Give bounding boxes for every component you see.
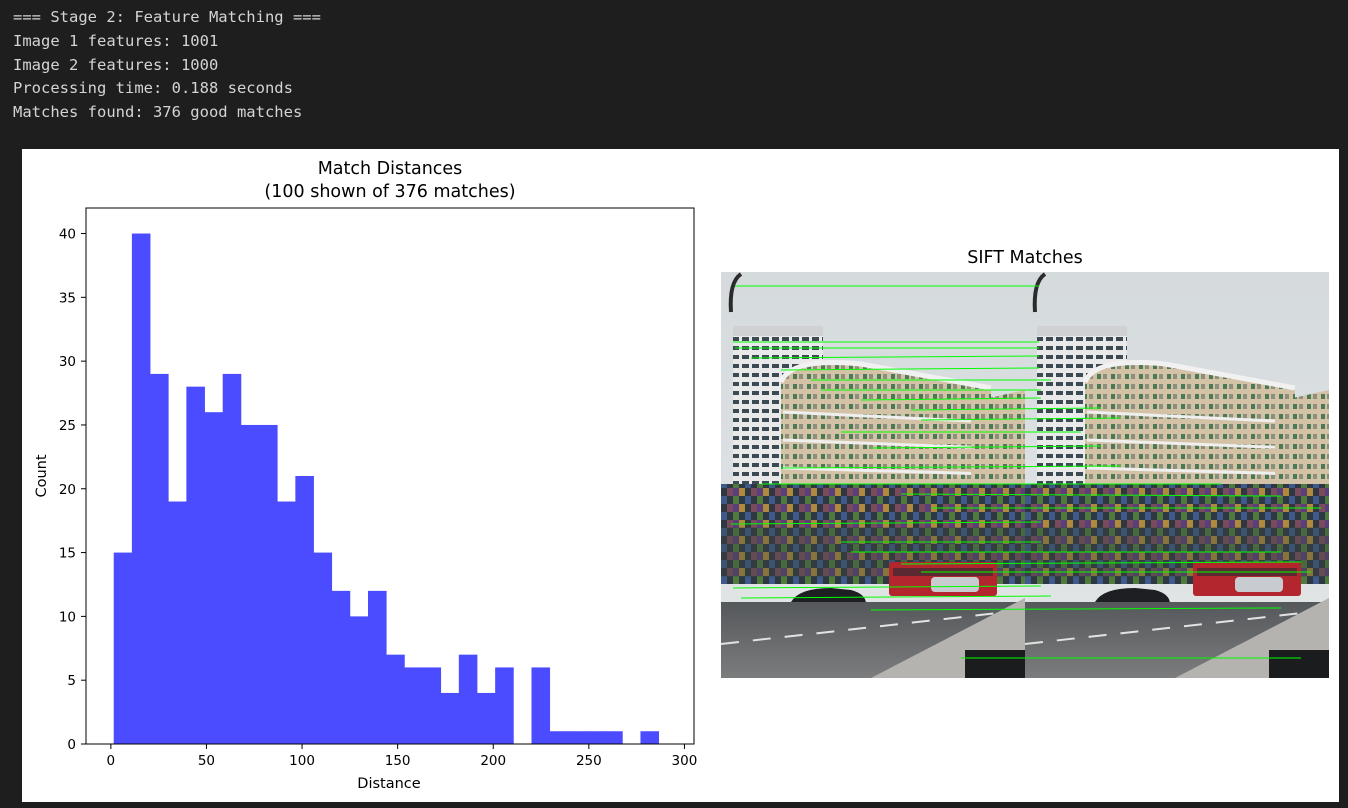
y-tick-label: 25 xyxy=(59,418,76,434)
histogram-bar xyxy=(549,731,569,744)
y-tick-label: 30 xyxy=(59,354,76,370)
histogram-bar xyxy=(277,501,296,744)
histogram-bar xyxy=(259,424,278,744)
right-photo xyxy=(1025,272,1329,678)
x-tick-label: 300 xyxy=(672,753,698,769)
histogram-bar xyxy=(240,424,260,744)
y-axis-ticks: 0 5 10 15 20 25 30 35 40 xyxy=(59,227,86,753)
y-tick-label: 10 xyxy=(59,609,76,625)
histogram-bar xyxy=(113,552,133,744)
histogram-bar xyxy=(422,667,442,744)
histogram-bar xyxy=(458,654,478,744)
histogram-bar xyxy=(368,590,387,744)
output-figure: Match Distances (100 shown of 376 matche… xyxy=(22,149,1339,802)
x-tick-label: 50 xyxy=(198,753,215,769)
console-line: Matches found: 376 good matches xyxy=(13,103,303,122)
histogram-bars xyxy=(113,233,660,744)
x-axis-ticks: 0 50 100 150 200 250 300 xyxy=(107,744,698,769)
y-axis-label: Count xyxy=(34,454,50,497)
x-tick-label: 200 xyxy=(480,753,506,769)
histogram-bar xyxy=(604,731,623,744)
histogram-bar xyxy=(567,731,587,744)
x-tick-label: 150 xyxy=(385,753,411,769)
sift-matches-panel: SIFT Matches xyxy=(721,248,1329,678)
y-tick-label: 0 xyxy=(67,737,76,753)
left-photo xyxy=(721,272,1025,678)
x-axis-label: Distance xyxy=(357,776,420,792)
console-line: Processing time: 0.188 seconds xyxy=(13,79,293,98)
histogram-bar xyxy=(204,412,224,744)
sift-match-image xyxy=(721,272,1329,678)
histogram-bar xyxy=(295,476,314,744)
histogram-bar xyxy=(440,692,460,744)
histogram-bar xyxy=(222,373,242,744)
histogram-subtitle: (100 shown of 376 matches) xyxy=(264,182,515,202)
histogram-title: Match Distances xyxy=(318,159,463,179)
sift-matches-title: SIFT Matches xyxy=(967,248,1083,268)
histogram-bar xyxy=(640,731,660,744)
console-output: === Stage 2: Feature Matching === Image 1… xyxy=(13,6,321,125)
histogram-bar xyxy=(349,616,369,744)
console-line: === Stage 2: Feature Matching === xyxy=(13,8,321,26)
histogram-bar xyxy=(131,233,151,744)
histogram-bar xyxy=(531,667,551,744)
console-line: Image 1 features: 1001 xyxy=(13,31,219,50)
histogram-bar xyxy=(150,373,169,744)
console-line: Image 2 features: 1000 xyxy=(13,55,219,74)
y-tick-label: 5 xyxy=(67,673,76,689)
histogram-bar xyxy=(585,731,605,744)
histogram-bar xyxy=(386,654,405,744)
figure-canvas: Match Distances (100 shown of 376 matche… xyxy=(34,159,1339,792)
x-tick-label: 100 xyxy=(289,753,315,769)
y-tick-label: 40 xyxy=(59,227,76,243)
histogram-bar xyxy=(476,692,496,744)
x-tick-label: 0 xyxy=(107,753,116,769)
histogram-bar xyxy=(331,590,351,744)
histogram-bar xyxy=(313,552,333,744)
histogram-bar xyxy=(404,667,423,744)
x-tick-label: 250 xyxy=(576,753,602,769)
histogram-bar xyxy=(186,386,205,744)
y-tick-label: 20 xyxy=(59,482,76,498)
histogram-bar xyxy=(495,667,514,744)
y-tick-label: 15 xyxy=(59,546,76,562)
histogram-panel: Match Distances (100 shown of 376 matche… xyxy=(34,159,697,792)
y-tick-label: 35 xyxy=(59,290,76,306)
histogram-bar xyxy=(168,501,187,744)
